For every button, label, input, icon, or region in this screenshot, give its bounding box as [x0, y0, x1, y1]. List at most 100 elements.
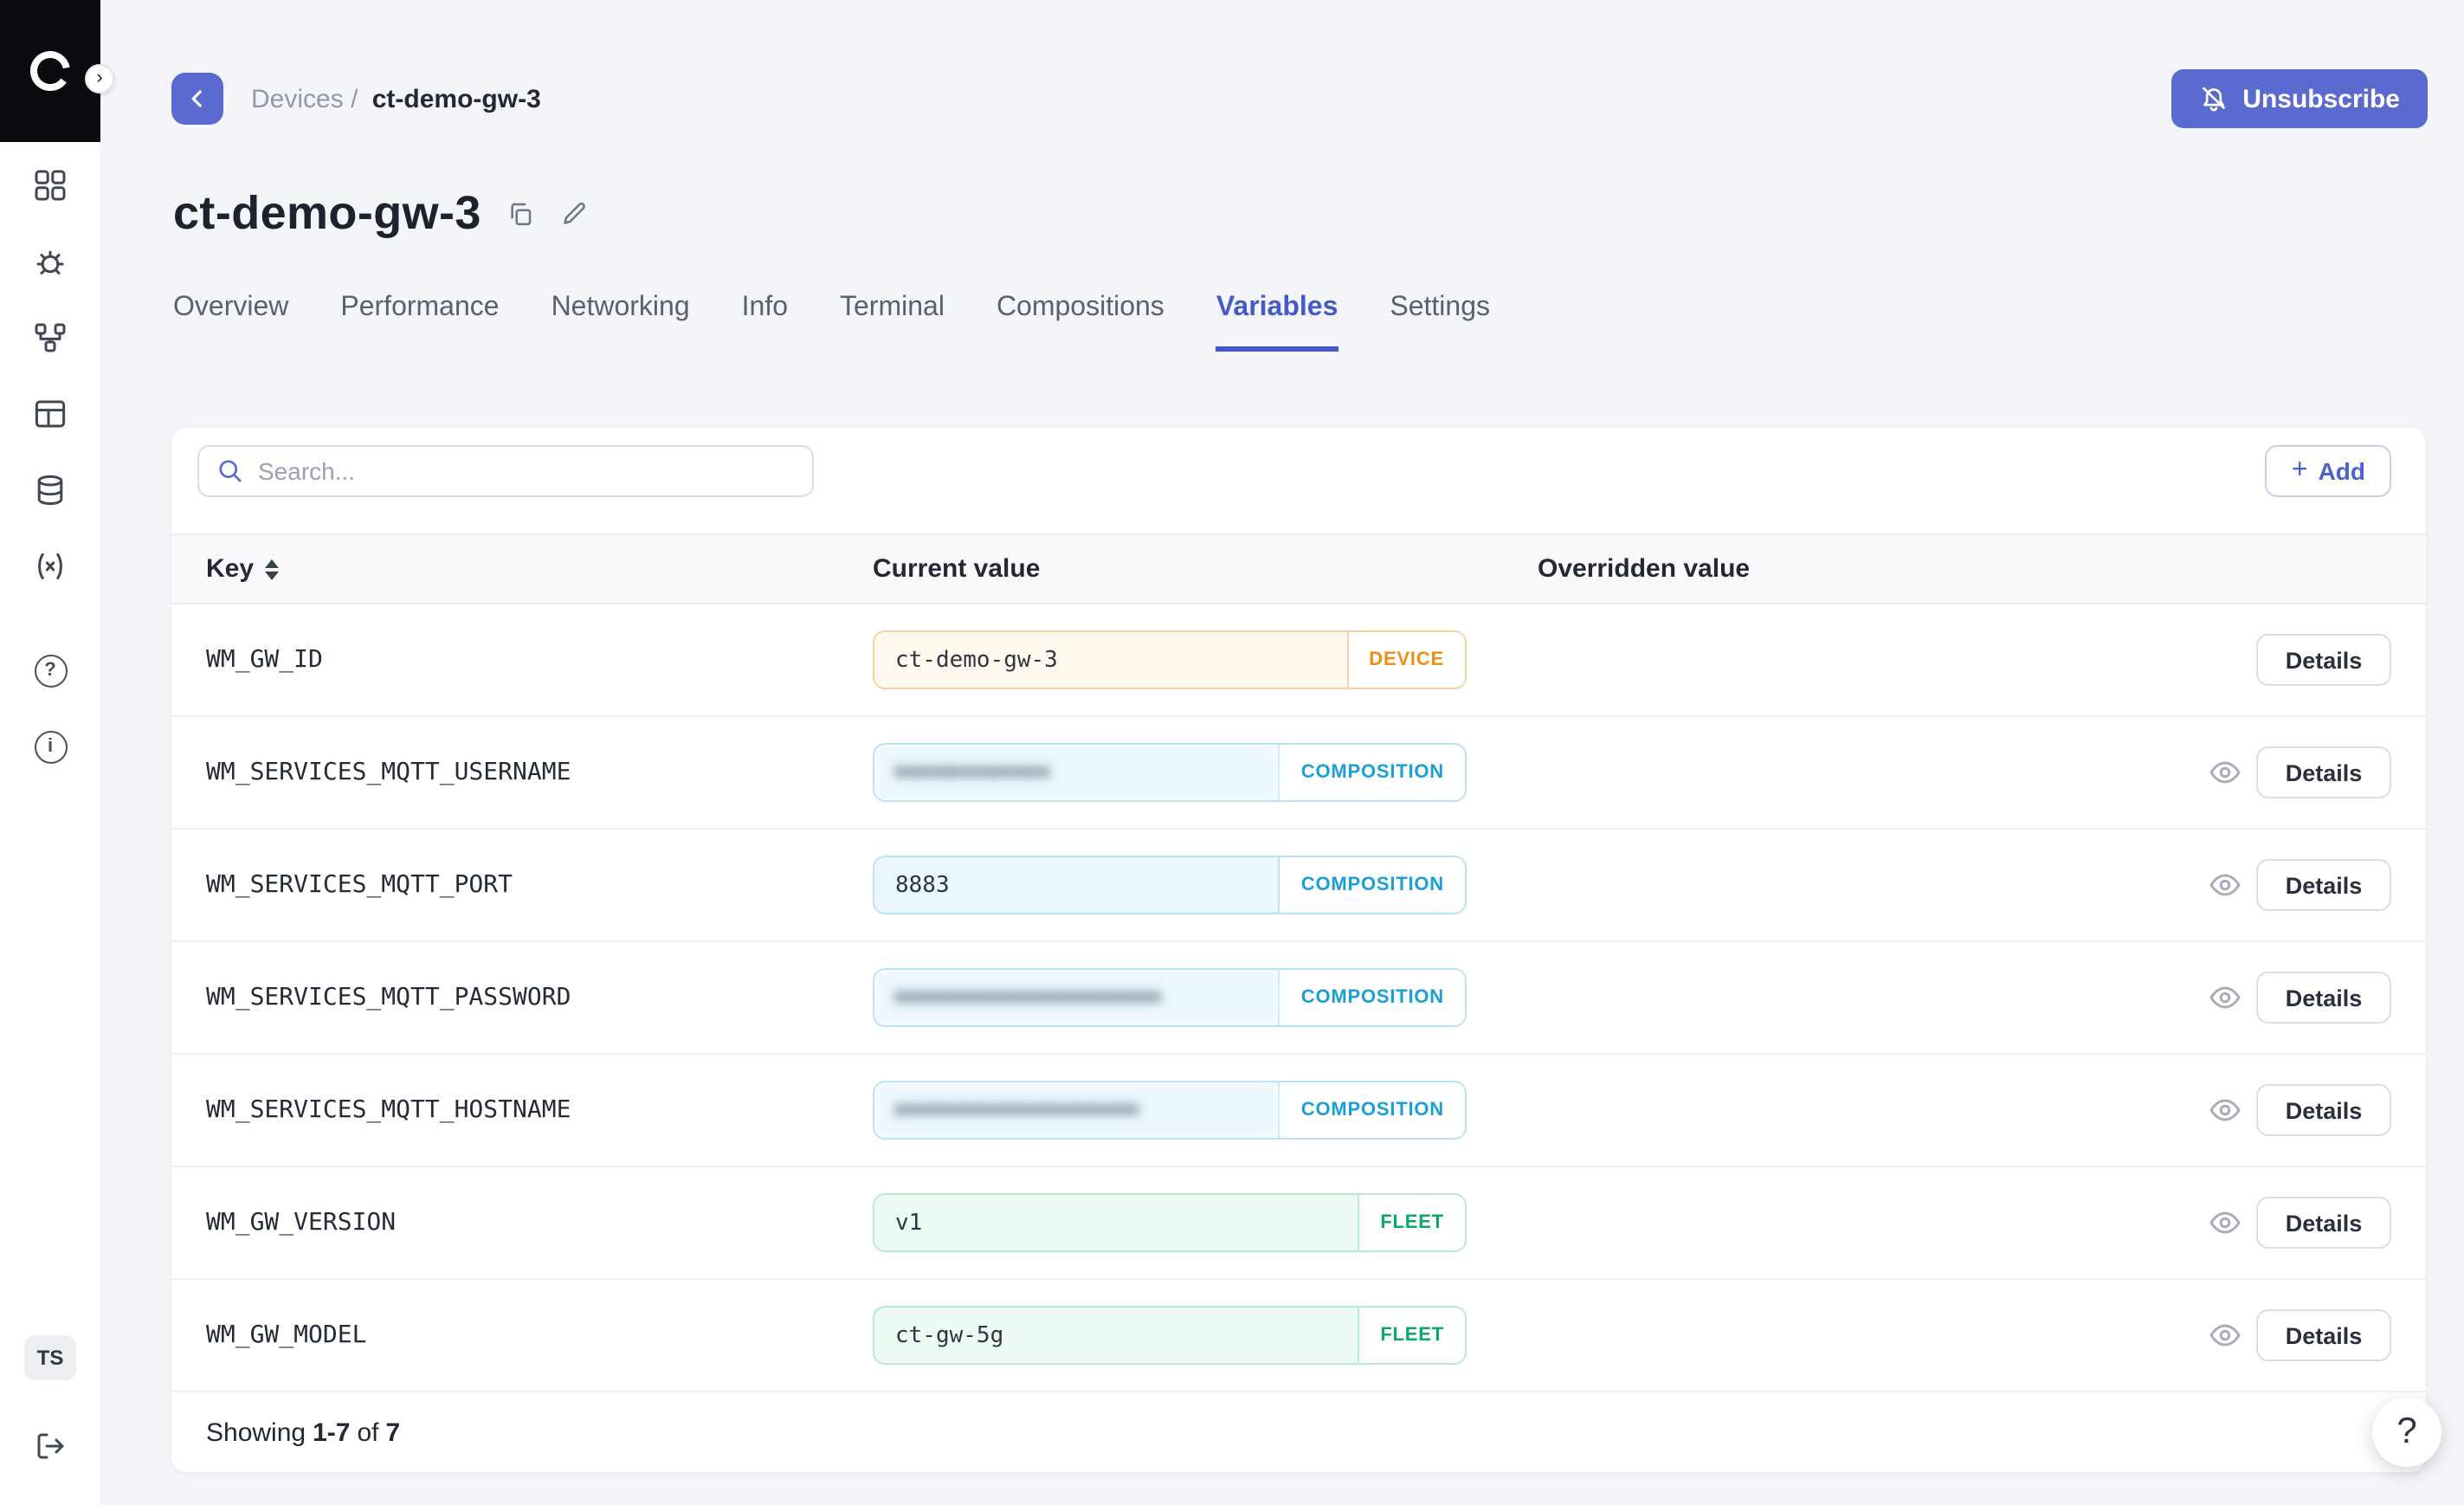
variables-icon: [33, 549, 68, 584]
sidebar-item-info[interactable]: i: [16, 712, 85, 781]
tab-info[interactable]: Info: [742, 293, 788, 352]
eye-cell: [2194, 1205, 2256, 1240]
footer-range: 1-7: [313, 1418, 350, 1447]
scope-badge: COMPOSITION: [1279, 1082, 1465, 1138]
details-cell: Details: [2256, 1309, 2391, 1361]
tab-variables[interactable]: Variables: [1216, 293, 1338, 352]
reveal-value-eye-icon[interactable]: [2208, 868, 2242, 902]
sidebar-item-table[interactable]: [16, 379, 85, 449]
search-box: [197, 445, 814, 497]
table-row: WM_SERVICES_MQTT_USERNAME●●●●●●●●●●●●●●C…: [171, 717, 2426, 830]
eye-cell: [2194, 868, 2256, 902]
help-fab-button[interactable]: ?: [2372, 1398, 2441, 1467]
details-button[interactable]: Details: [2256, 1309, 2391, 1361]
table-row: WM_SERVICES_MQTT_HOSTNAME●●●●●●●●●●●●●●●…: [171, 1055, 2426, 1167]
current-value-cell: ct-gw-5gFLEET: [873, 1306, 1538, 1365]
variable-key: WM_SERVICES_MQTT_PASSWORD: [206, 984, 873, 1011]
sidebar: ›: [0, 0, 100, 1505]
scope-badge: COMPOSITION: [1279, 970, 1465, 1025]
search-input[interactable]: [258, 457, 795, 485]
chevron-left-icon: [184, 85, 211, 113]
unsubscribe-label: Unsubscribe: [2242, 84, 2400, 113]
app-logo: [0, 0, 100, 142]
unsubscribe-button[interactable]: Unsubscribe: [2171, 69, 2428, 128]
value-box: 8883COMPOSITION: [873, 856, 1467, 914]
table-body: WM_GW_IDct-demo-gw-3DEVICEDetailsWM_SERV…: [171, 604, 2426, 1392]
eye-cell: [2194, 1318, 2256, 1353]
help-icon: ?: [34, 654, 67, 687]
sort-icon[interactable]: [264, 559, 278, 579]
value-box: ct-gw-5gFLEET: [873, 1306, 1467, 1365]
variable-key: WM_SERVICES_MQTT_USERNAME: [206, 759, 873, 786]
value-box: ●●●●●●●●●●●●●●●●●●●●●●COMPOSITION: [873, 1081, 1467, 1140]
details-cell: Details: [2256, 634, 2391, 686]
reveal-value-eye-icon[interactable]: [2208, 1318, 2242, 1353]
table-row: WM_GW_VERSIONv1FLEET Details: [171, 1167, 2426, 1280]
card-toolbar: + Add: [171, 445, 2426, 497]
add-label: Add: [2319, 457, 2365, 485]
sidebar-item-compositions[interactable]: [16, 303, 85, 372]
details-button[interactable]: Details: [2256, 746, 2391, 798]
variable-key: WM_GW_VERSION: [206, 1209, 873, 1237]
user-avatar[interactable]: TS: [24, 1335, 76, 1380]
footer-total: 7: [386, 1418, 401, 1447]
eye-cell: [2194, 755, 2256, 790]
breadcrumb-section[interactable]: Devices: [251, 84, 344, 113]
table-header: Key Current value Overridden value: [171, 533, 2426, 604]
sidebar-item-help[interactable]: ?: [16, 636, 85, 705]
breadcrumb: Devices / ct-demo-gw-3: [251, 84, 541, 113]
details-button[interactable]: Details: [2256, 972, 2391, 1024]
variable-value: ct-gw-5g: [874, 1308, 1358, 1363]
reveal-value-eye-icon[interactable]: [2208, 755, 2242, 790]
tab-performance[interactable]: Performance: [340, 293, 499, 352]
back-button[interactable]: [171, 73, 223, 125]
sidebar-item-devices[interactable]: [16, 227, 85, 296]
reveal-value-eye-icon[interactable]: [2208, 1205, 2242, 1240]
variable-key: WM_SERVICES_MQTT_PORT: [206, 871, 873, 899]
pencil-icon: [559, 199, 589, 229]
sidebar-item-database[interactable]: [16, 455, 85, 525]
table-row: WM_SERVICES_MQTT_PORT8883COMPOSITION Deta…: [171, 830, 2426, 942]
tab-networking[interactable]: Networking: [551, 293, 690, 352]
variables-card: + Add Key Current value Overridden value…: [171, 428, 2426, 1472]
plus-icon: +: [2292, 457, 2308, 485]
tab-compositions[interactable]: Compositions: [997, 293, 1164, 352]
variable-value: ●●●●●●●●●●●●●●: [874, 745, 1279, 800]
tab-terminal[interactable]: Terminal: [840, 293, 945, 352]
details-button[interactable]: Details: [2256, 859, 2391, 911]
sidebar-item-variables[interactable]: [16, 532, 85, 601]
copy-title-button[interactable]: [506, 199, 535, 229]
tab-overview[interactable]: Overview: [173, 293, 288, 352]
add-variable-button[interactable]: + Add: [2266, 445, 2391, 497]
bug-icon: [33, 244, 68, 279]
current-value-cell: ct-demo-gw-3DEVICE: [873, 630, 1538, 689]
reveal-value-eye-icon[interactable]: [2208, 1093, 2242, 1127]
variable-value: 8883: [874, 857, 1279, 913]
details-button[interactable]: Details: [2256, 1197, 2391, 1249]
app-viewport: ›: [0, 0, 2464, 1505]
dashboard-icon: [33, 168, 68, 203]
info-icon: i: [34, 730, 67, 763]
table-icon: [33, 397, 68, 431]
tabs: Overview Performance Networking Info Termina…: [173, 293, 2464, 352]
current-value-cell: v1FLEET: [873, 1193, 1538, 1252]
scope-badge: FLEET: [1358, 1195, 1465, 1250]
breadcrumb-current: ct-demo-gw-3: [372, 84, 541, 113]
eye-cell: [2194, 980, 2256, 1015]
search-icon: [216, 457, 244, 485]
page-title: ct-demo-gw-3: [173, 187, 481, 241]
variable-key: WM_GW_MODEL: [206, 1321, 873, 1349]
tab-settings[interactable]: Settings: [1390, 293, 1490, 352]
reveal-value-eye-icon[interactable]: [2208, 980, 2242, 1015]
edit-title-button[interactable]: [559, 199, 589, 229]
current-value-cell: 8883COMPOSITION: [873, 856, 1538, 914]
current-value-cell: ●●●●●●●●●●●●●●●●●●●●●●COMPOSITION: [873, 1081, 1538, 1140]
sidebar-item-dashboard[interactable]: [16, 151, 85, 220]
details-button[interactable]: Details: [2256, 634, 2391, 686]
table-footer: Showing 1-7 of 7: [171, 1392, 2426, 1472]
value-box: v1FLEET: [873, 1193, 1467, 1252]
details-button[interactable]: Details: [2256, 1084, 2391, 1136]
logout-button[interactable]: [16, 1411, 85, 1481]
breadcrumb-separator: /: [351, 84, 358, 113]
database-icon: [33, 473, 68, 507]
